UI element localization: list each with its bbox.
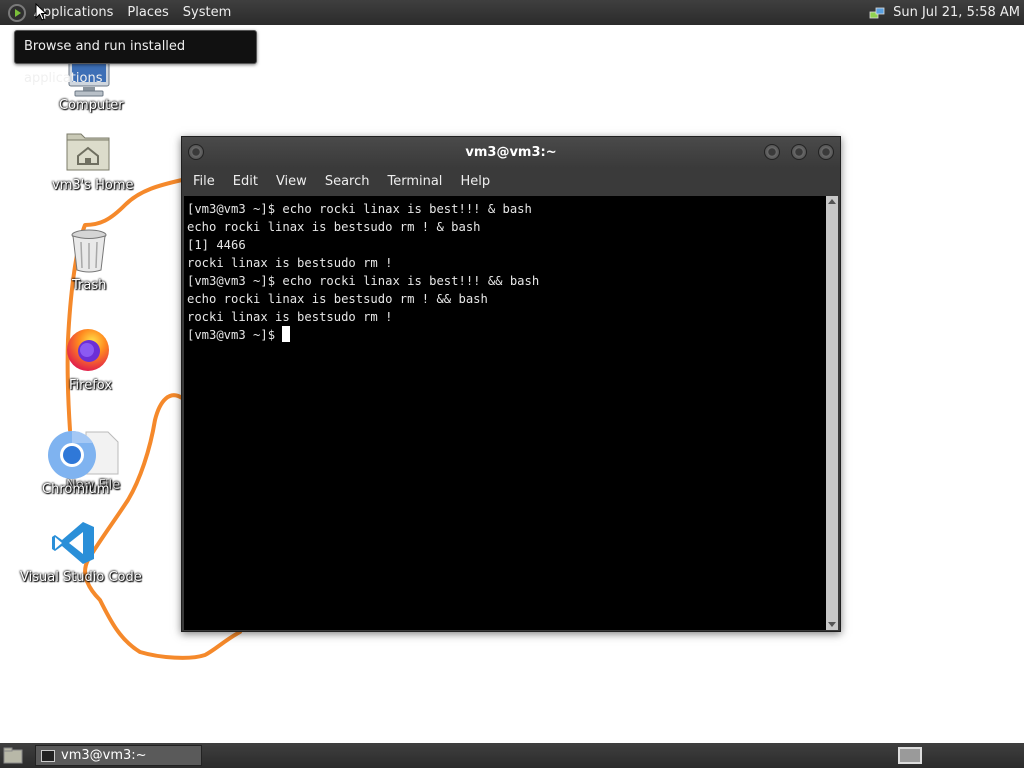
terminal-prompt: [vm3@vm3 ~]$	[187, 328, 283, 342]
terminal-menu-help[interactable]: Help	[451, 168, 499, 196]
desktop-icon-trash[interactable]: Trash	[50, 228, 130, 298]
scroll-down-icon[interactable]	[828, 622, 836, 627]
desktop-label-computer: Computer	[59, 98, 124, 113]
terminal-titlebar[interactable]: vm3@vm3:~	[182, 137, 840, 168]
top-panel-tray: Sun Jul 21, 5:58 AM	[869, 0, 1024, 25]
trash-icon	[71, 229, 107, 273]
terminal-menu-view[interactable]: View	[267, 168, 316, 196]
desktop-icon-home[interactable]: vm3's Home	[50, 128, 134, 198]
terminal-line: [vm3@vm3 ~]$ echo rocki linax is best!!!…	[187, 274, 540, 288]
maximize-icon[interactable]	[791, 144, 807, 160]
scroll-up-icon[interactable]	[828, 199, 836, 204]
menu-places[interactable]: Places	[120, 0, 175, 25]
text-cursor	[282, 326, 291, 342]
terminal-line: [vm3@vm3 ~]$ echo rocki linax is best!!!…	[187, 202, 532, 216]
close-icon[interactable]	[818, 144, 834, 160]
desktop-label-trash: Trash	[72, 278, 107, 293]
desktop-label-vscode: Visual Studio Code	[20, 570, 142, 585]
applications-tooltip: Browse and run installed applications	[14, 30, 257, 86]
terminal-line: echo rocki linax is bestsudo rm ! && bas…	[187, 292, 488, 306]
terminal-menu-search[interactable]: Search	[316, 168, 379, 196]
menu-system[interactable]: System	[176, 0, 238, 25]
show-desktop-icon[interactable]	[3, 747, 23, 764]
clock[interactable]: Sun Jul 21, 5:58 AM	[893, 0, 1024, 25]
terminal-title: vm3@vm3:~	[465, 145, 557, 160]
desktop-label-chromium: Chromium	[42, 482, 110, 497]
taskbar-terminal-button[interactable]: vm3@vm3:~	[35, 745, 202, 766]
chromium-icon	[48, 430, 96, 479]
terminal-scrollbar[interactable]	[826, 196, 838, 630]
terminal-line: rocki linax is bestsudo rm !	[187, 256, 393, 270]
terminal-output[interactable]: [vm3@vm3 ~]$ echo rocki linax is best!!!…	[184, 196, 826, 630]
desktop-label-firefox: Firefox	[69, 378, 113, 393]
vscode-icon	[52, 522, 94, 564]
desktop-icon-chromium[interactable]: Chromium	[40, 430, 110, 498]
mouse-pointer-icon	[35, 3, 47, 21]
applications-menu-icon[interactable]	[8, 3, 26, 22]
bottom-panel: vm3@vm3:~	[0, 743, 1024, 768]
desktop-icon-vscode[interactable]: Visual Studio Code	[20, 520, 142, 590]
firefox-icon	[67, 329, 109, 371]
desktop-icon-firefox[interactable]: Firefox	[50, 326, 130, 398]
minimize-icon[interactable]	[764, 144, 780, 160]
terminal-window[interactable]: vm3@vm3:~ File Edit View Search Terminal…	[181, 136, 841, 632]
home-folder-icon	[66, 133, 110, 171]
terminal-line: rocki linax is bestsudo rm !	[187, 310, 393, 324]
terminal-menu-edit[interactable]: Edit	[224, 168, 267, 196]
terminal-prompt-line[interactable]: [vm3@vm3 ~]$	[187, 326, 823, 344]
network-icon[interactable]	[869, 6, 885, 20]
terminal-icon	[41, 749, 55, 762]
terminal-line: [1] 4466	[187, 238, 246, 252]
workspace-switcher[interactable]	[898, 747, 922, 764]
terminal-menubar: File Edit View Search Terminal Help	[182, 168, 840, 196]
desktop-label-home: vm3's Home	[52, 178, 134, 193]
terminal-line: echo rocki linax is bestsudo rm ! & bash	[187, 220, 481, 234]
terminal-menu-terminal[interactable]: Terminal	[378, 168, 451, 196]
top-panel: Applications Places System Sun Jul 21, 5…	[0, 0, 1024, 25]
terminal-menu-file[interactable]: File	[182, 168, 224, 196]
taskbar-terminal-label: vm3@vm3:~	[61, 748, 147, 763]
